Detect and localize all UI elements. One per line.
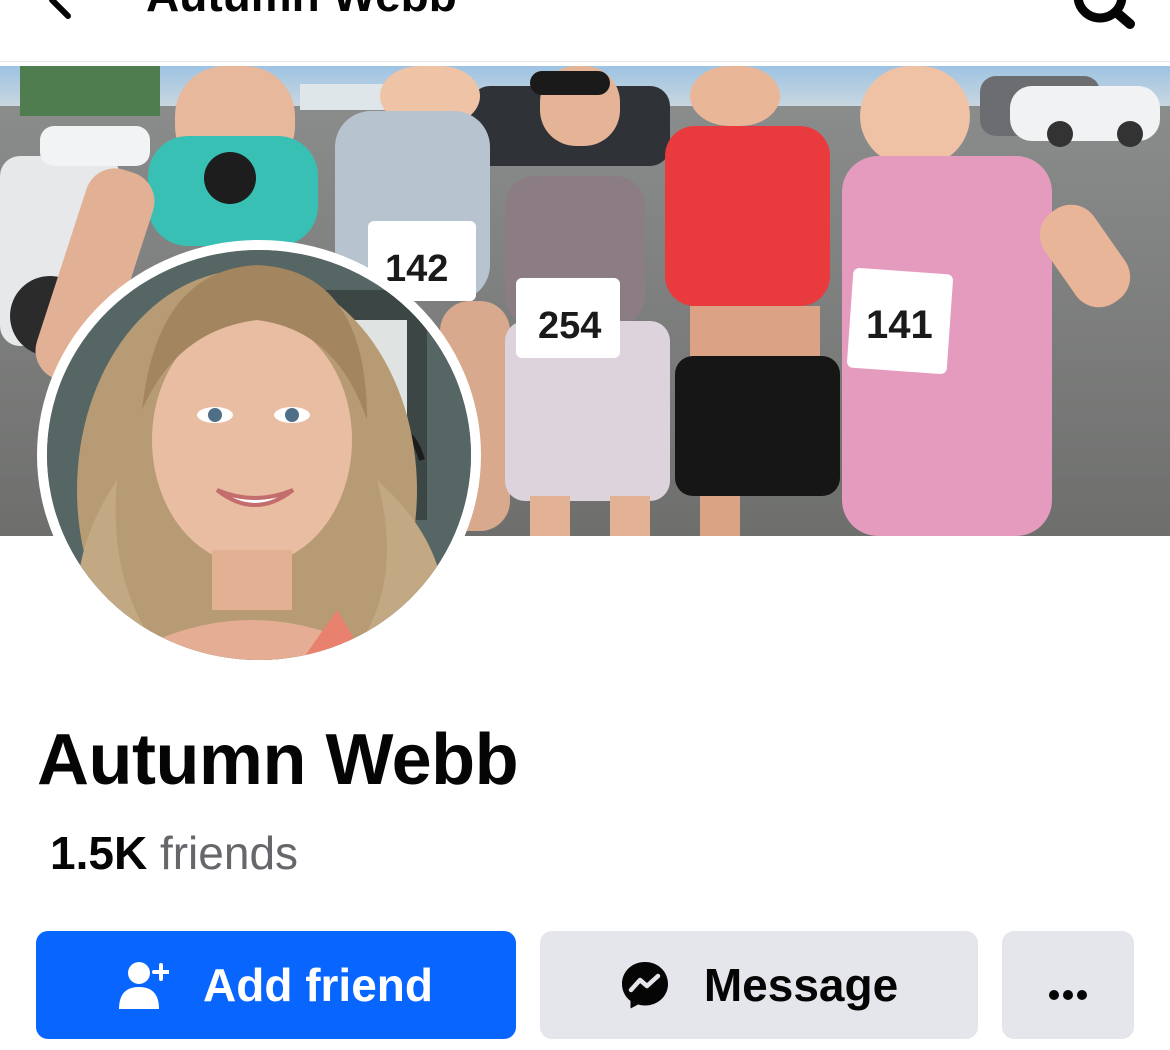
profile-photo[interactable] bbox=[37, 240, 481, 670]
race-bib: 254 bbox=[516, 278, 620, 358]
more-dots-icon bbox=[1048, 958, 1088, 1012]
friends-count[interactable]: 1.5K friends bbox=[50, 826, 298, 880]
add-friend-label: Add friend bbox=[203, 959, 433, 1011]
messenger-icon bbox=[620, 960, 670, 1010]
friends-count-label: friends bbox=[159, 827, 299, 879]
arrow-left-icon bbox=[49, 0, 71, 19]
bib-number: 141 bbox=[866, 303, 933, 347]
bib-number: 142 bbox=[385, 248, 448, 290]
add-friend-button[interactable]: Add friend bbox=[36, 931, 516, 1039]
message-label: Message bbox=[703, 959, 899, 1011]
back-button[interactable] bbox=[30, 0, 90, 30]
more-options-button[interactable] bbox=[1002, 931, 1134, 1039]
bib-number: 254 bbox=[538, 305, 601, 347]
message-button[interactable]: Message bbox=[540, 931, 978, 1039]
header-title: Autumn Webb bbox=[146, 0, 457, 18]
race-bib: 141 bbox=[847, 268, 953, 374]
add-friend-icon bbox=[119, 961, 169, 1009]
friends-count-value: 1.5K bbox=[50, 827, 148, 879]
search-icon bbox=[1073, 0, 1135, 29]
profile-name: Autumn Webb bbox=[37, 720, 519, 800]
top-bar: Autumn Webb bbox=[0, 0, 1170, 62]
search-button[interactable] bbox=[1060, 0, 1150, 30]
